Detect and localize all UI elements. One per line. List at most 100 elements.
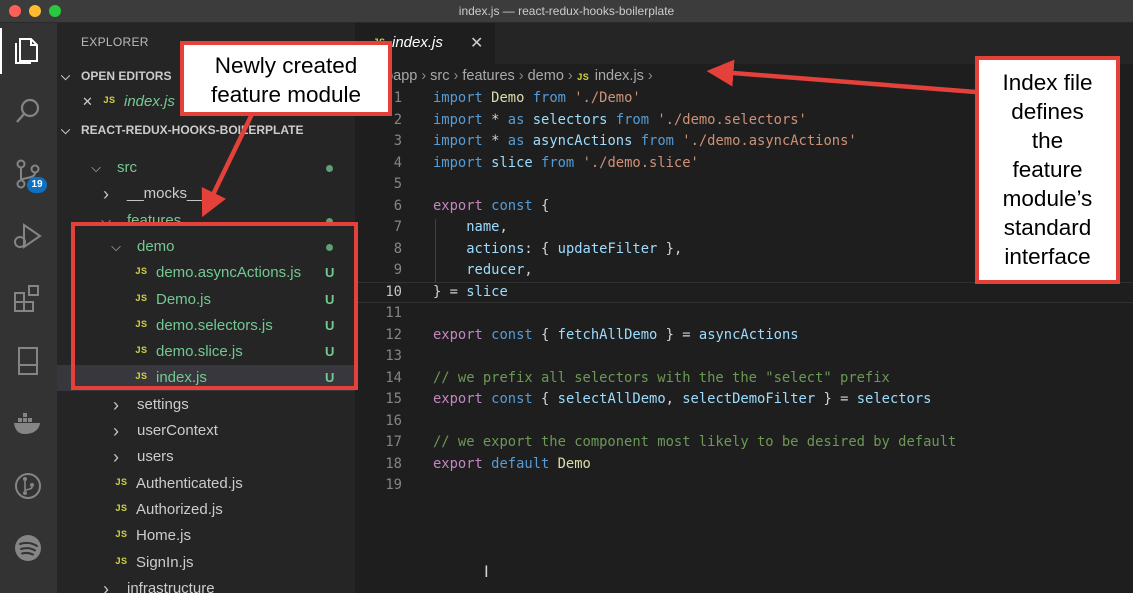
spotify-icon[interactable] xyxy=(10,530,46,566)
line-number: 9 xyxy=(393,262,402,278)
code-text: import * as asyncActions from './demo.as… xyxy=(433,133,857,149)
code-text: reducer, xyxy=(466,262,533,278)
callout-line: Index file xyxy=(1002,70,1093,95)
line-number: 14 xyxy=(385,369,402,386)
extensions-icon[interactable] xyxy=(10,281,46,317)
breadcrumb-item[interactable]: demo xyxy=(528,68,564,84)
tree-file[interactable]: JS SignIn.js xyxy=(57,550,355,576)
chevron-right-icon: › xyxy=(421,68,427,84)
chevron-down-icon: ⌵ xyxy=(91,160,101,175)
code-text: import slice from './demo.slice' xyxy=(433,154,699,171)
line-number: 16 xyxy=(385,412,402,429)
breadcrumb-item[interactable]: src xyxy=(430,68,449,84)
callout-index-file: Index file defines the feature module’s … xyxy=(975,56,1120,284)
callout-line: feature xyxy=(1012,157,1083,182)
code-line[interactable]: 14 // we prefix all selectors with the th… xyxy=(355,368,1133,390)
code-text: export const { selectAllDemo, selectDemo… xyxy=(433,391,932,407)
callout-line: module’s xyxy=(1002,186,1093,211)
explorer-title: EXPLORER xyxy=(81,35,149,49)
code-text: } = slice xyxy=(433,283,508,300)
tree-file[interactable]: JS Authorized.js xyxy=(57,497,355,523)
code-line[interactable]: 19 xyxy=(355,475,1133,497)
chevron-right-icon: › xyxy=(518,68,524,84)
line-number: 17 xyxy=(385,434,402,450)
code-line[interactable]: 11 xyxy=(355,303,1133,325)
code-text: // we prefix all selectors with the the … xyxy=(433,369,890,386)
callout-line: interface xyxy=(1004,244,1091,269)
code-text: // we export the component most likely t… xyxy=(433,434,957,450)
line-number: 13 xyxy=(385,348,402,364)
tree-item-label: settings xyxy=(137,396,189,413)
callout-line: standard xyxy=(1003,215,1092,240)
tree-file[interactable]: JS Home.js xyxy=(57,523,355,549)
code-text: export const { fetchAllDemo } = asyncAct… xyxy=(433,326,799,343)
line-number: 18 xyxy=(385,455,402,472)
code-line[interactable]: 12 export const { fetchAllDemo } = asyncA… xyxy=(355,325,1133,347)
breadcrumb-item[interactable]: index.js xyxy=(595,68,644,84)
chevron-right-icon: › xyxy=(647,68,653,84)
chevron-right-icon: › xyxy=(113,421,119,441)
tree-item-label: __mocks__ xyxy=(127,185,204,202)
code-text: import Demo from './Demo' xyxy=(433,90,641,106)
chevron-down-icon: ⌵ xyxy=(61,69,71,83)
tree-folder[interactable]: › users xyxy=(57,444,355,470)
breadcrumb: ebapp › src › features › demo › JS index.js › xyxy=(377,68,657,84)
tree-folder[interactable]: › userContext xyxy=(57,418,355,444)
tab-label: index.js xyxy=(392,34,443,51)
close-icon[interactable]: ✕ xyxy=(82,89,93,115)
code-line[interactable]: 18 export default Demo xyxy=(355,454,1133,476)
js-file-icon: JS xyxy=(115,530,128,541)
chevron-down-icon: ⌵ xyxy=(61,123,71,137)
line-number: 7 xyxy=(393,219,402,235)
tree-folder[interactable]: › infrastructure xyxy=(57,576,355,593)
search-icon[interactable] xyxy=(10,93,46,129)
line-number: 19 xyxy=(385,477,402,493)
js-file-icon: JS xyxy=(103,96,116,107)
tree-item-label: SignIn.js xyxy=(136,554,194,571)
code-line[interactable]: 13 xyxy=(355,346,1133,368)
scm-badge: 19 xyxy=(27,177,47,193)
code-line[interactable]: 15 export const { selectAllDemo, selectDe… xyxy=(355,389,1133,411)
title-bar: index.js — react-redux-hooks-boilerplate xyxy=(0,0,1133,23)
tree-item-label: Authorized.js xyxy=(136,501,223,518)
close-icon[interactable]: ✕ xyxy=(470,33,483,53)
breadcrumb-item[interactable]: features xyxy=(462,68,514,84)
tree-folder[interactable]: › __mocks__ xyxy=(57,181,355,207)
tree-item-label: Home.js xyxy=(136,527,192,544)
highlight-box xyxy=(71,222,358,390)
tree-item-label: src xyxy=(117,159,137,176)
project-header[interactable]: ⌵ REACT-REDUX-HOOKS-BOILERPLATE xyxy=(57,119,355,141)
callout-new-feature-module: Newly created feature module xyxy=(180,41,392,116)
code-text: name, xyxy=(466,219,508,235)
activity-bar: 19 xyxy=(0,23,57,593)
chevron-right-icon: › xyxy=(567,68,573,84)
tree-item-label: users xyxy=(137,448,174,465)
gitlens-icon[interactable] xyxy=(10,468,46,504)
callout-line: the xyxy=(1031,128,1064,153)
line-number: 11 xyxy=(385,305,402,321)
tree-item-label: infrastructure xyxy=(127,580,215,593)
tree-file[interactable]: JS Authenticated.js xyxy=(57,471,355,497)
chevron-right-icon: › xyxy=(453,68,459,84)
chevron-right-icon: › xyxy=(103,579,109,593)
window-title: index.js — react-redux-hooks-boilerplate xyxy=(458,4,675,18)
code-text: export const { xyxy=(433,197,550,214)
line-number: 6 xyxy=(393,197,402,214)
tree-folder[interactable]: ⌵ src xyxy=(57,155,355,181)
code-text: import * as selectors from './demo.selec… xyxy=(433,111,807,128)
chevron-right-icon: › xyxy=(113,395,119,415)
code-line[interactable]: 16 xyxy=(355,411,1133,433)
files-icon[interactable] xyxy=(0,28,46,74)
text-cursor-icon: I xyxy=(484,562,489,581)
remote-explorer-icon[interactable] xyxy=(10,343,46,379)
debug-icon[interactable] xyxy=(10,218,46,254)
js-file-icon: JS xyxy=(576,73,589,84)
code-line[interactable]: 10 } = slice xyxy=(355,282,1133,304)
callout-line: feature module xyxy=(210,82,362,107)
js-file-icon: JS xyxy=(115,478,128,489)
docker-icon[interactable] xyxy=(10,405,46,441)
code-line[interactable]: 17 // we export the component most likely… xyxy=(355,432,1133,454)
tree-folder[interactable]: › settings xyxy=(57,392,355,418)
callout-line: defines xyxy=(1011,99,1084,124)
line-number: 10 xyxy=(385,283,402,300)
